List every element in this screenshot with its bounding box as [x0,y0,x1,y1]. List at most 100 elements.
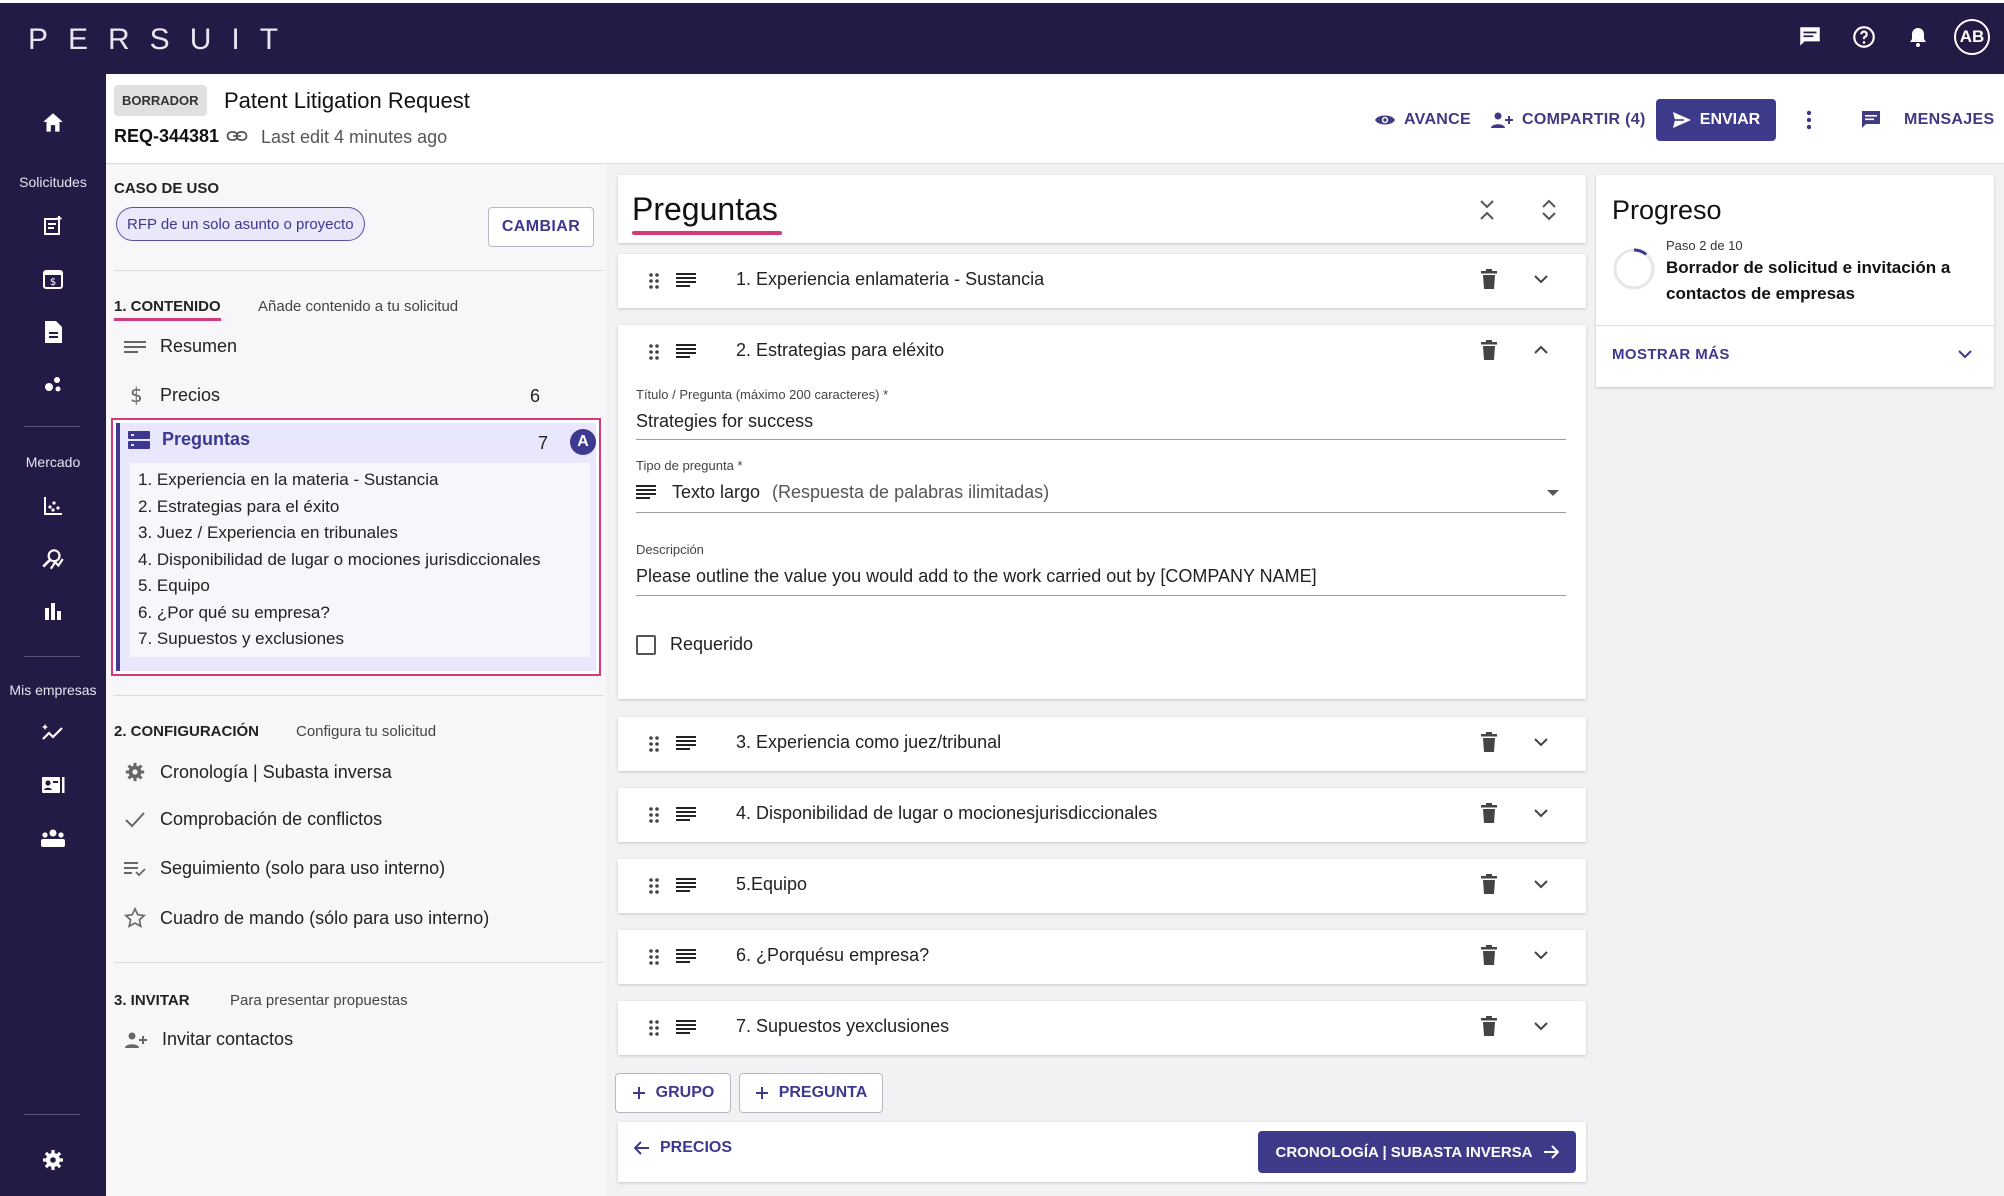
preview-button[interactable]: AVANCE [1374,101,1471,139]
question-type-select[interactable]: Texto largo [672,482,760,503]
nav-tracking[interactable]: Seguimiento (solo para uso interno) [124,858,445,879]
add-person-icon [125,1032,147,1048]
help-icon[interactable] [1846,19,1882,55]
trash-icon[interactable] [1480,944,1498,966]
outline-item[interactable]: 4. Disponibilidad de lugar o mociones ju… [138,547,582,574]
required-checkbox[interactable] [636,635,656,655]
plus-icon [755,1087,768,1099]
chevron-down-icon[interactable] [1532,270,1550,288]
nav-dashboard-label: Cuadro de mando (sólo para uso interno) [160,907,490,928]
search-analytics-icon[interactable] [0,546,106,572]
bar-chart-icon[interactable] [0,600,106,622]
trash-icon[interactable] [1480,873,1498,895]
section-content-subtitle: Añade contenido a tu solicitud [258,298,459,315]
outline-item[interactable]: 6. ¿Por qué su empresa? [138,600,582,627]
nav-pricing[interactable]: $ Precios [124,384,220,406]
trash-icon[interactable] [1480,731,1498,753]
nav-timeline-auction[interactable]: Cronología | Subasta inversa [124,761,392,783]
trash-icon[interactable] [1480,802,1498,824]
request-title[interactable]: Patent Litigation Request [224,88,470,114]
drag-handle-icon[interactable] [648,948,660,966]
chevron-down-icon[interactable] [1532,1017,1550,1035]
bubbles-icon[interactable] [0,372,106,396]
drag-handle-icon[interactable] [648,343,660,361]
settings-gear-icon[interactable] [0,1148,106,1172]
share-button[interactable]: COMPARTIR (4) [1490,101,1646,139]
outline-item[interactable]: 3. Juez / Experiencia en tribunales [138,520,582,547]
contact-card-icon[interactable] [0,774,106,796]
messages-button[interactable]: MENSAJES [1858,101,1994,139]
divider [114,962,604,963]
new-request-icon[interactable] [0,214,106,238]
use-case-chip[interactable]: RFP de un solo asunto o proyecto [116,207,365,241]
persuit-logo[interactable]: PERSUIT [28,23,298,57]
nav-summary[interactable]: Resumen [124,336,237,357]
title-field[interactable]: Strategies for success [636,411,813,432]
previous-step-button[interactable]: PRECIOS [634,1139,732,1157]
trash-icon[interactable] [1480,1015,1498,1037]
chevron-down-icon[interactable] [1532,946,1550,964]
bell-icon[interactable] [1900,19,1936,55]
nav-dashboard[interactable]: Cuadro de mando (sólo para uso interno) [124,907,489,929]
question-row[interactable]: 5.Equipo [618,859,1586,913]
outline-item[interactable]: 7. Supuestos y exclusiones [138,626,582,653]
chevron-down-icon[interactable] [1532,804,1550,822]
check-icon [125,811,145,827]
chevron-up-icon[interactable] [1532,341,1550,359]
outline-item[interactable]: 1. Experiencia en la materia - Sustancia [138,467,582,494]
outline-item[interactable]: 5. Equipo [138,573,582,600]
request-header: BORRADOR Patent Litigation Request REQ-3… [106,74,2004,164]
nav-conflict-check[interactable]: Comprobación de conflictos [124,809,382,830]
sparkle-trend-icon[interactable] [0,720,106,744]
section-content-heading: 1. CONTENIDO [114,298,221,321]
home-icon[interactable] [0,110,106,136]
long-text-icon [636,484,656,500]
left-rail: Solicitudes $ Mercado Mis empresas [0,74,106,1196]
next-step-button[interactable]: CRONOLOGÍA | SUBASTA INVERSA [1258,1131,1576,1173]
chat-icon[interactable] [1792,19,1828,55]
scatter-chart-icon[interactable] [0,494,106,518]
svg-text:$: $ [50,277,56,288]
collapse-all-icon[interactable] [1478,199,1496,221]
description-field[interactable]: Please outline the value you would add t… [636,566,1317,587]
question-row[interactable]: 1. Experiencia enlamateria - Sustancia [618,254,1586,308]
chevron-down-icon[interactable] [1956,345,1974,363]
questions-outline-list: 1. Experiencia en la materia - Sustancia… [130,463,590,657]
drag-handle-icon[interactable] [648,272,660,290]
trash-icon[interactable] [1480,268,1498,290]
plus-icon [632,1087,645,1099]
document-icon[interactable] [0,320,106,344]
nav-invite-contacts[interactable]: Invitar contactos [124,1029,293,1050]
outline-item[interactable]: 2. Estrategias para el éxito [138,494,582,521]
more-options-icon[interactable] [1806,101,1812,139]
nav-questions[interactable]: Preguntas [128,429,250,450]
trash-icon[interactable] [1480,339,1498,361]
chevron-down-icon[interactable] [1532,875,1550,893]
calendar-dollar-icon[interactable]: $ [0,267,106,291]
team-icon[interactable] [0,826,106,850]
long-text-icon [676,735,696,751]
question-row[interactable]: 4. Disponibilidad de lugar o mocionesjur… [618,788,1586,842]
add-question-button[interactable]: PREGUNTA [739,1073,883,1113]
dropdown-arrow-icon[interactable] [1546,489,1560,497]
title-underline [632,231,782,235]
long-text-icon [676,806,696,822]
expand-all-icon[interactable] [1540,199,1558,221]
arrow-right-icon [1543,1145,1559,1159]
show-more-link[interactable]: MOSTRAR MÁS [1612,346,1730,363]
question-row[interactable]: 3. Experiencia como juez/tribunal [618,717,1586,771]
question-row[interactable]: 7. Supuestos yexclusiones [618,1001,1586,1055]
question-title[interactable]: 2. Estrategias para eléxito [736,340,944,361]
share-label: COMPARTIR (4) [1522,111,1646,128]
question-row[interactable]: 6. ¿Porquésu empresa? [618,930,1586,984]
user-avatar[interactable]: AB [1954,19,1990,55]
drag-handle-icon[interactable] [648,806,660,824]
drag-handle-icon[interactable] [648,1019,660,1037]
add-group-button[interactable]: GRUPO [615,1073,731,1113]
drag-handle-icon[interactable] [648,877,660,895]
change-use-case-button[interactable]: CAMBIAR [488,207,594,247]
chevron-down-icon[interactable] [1532,733,1550,751]
link-icon[interactable] [226,128,248,144]
send-button[interactable]: ENVIAR [1656,99,1776,141]
drag-handle-icon[interactable] [648,735,660,753]
